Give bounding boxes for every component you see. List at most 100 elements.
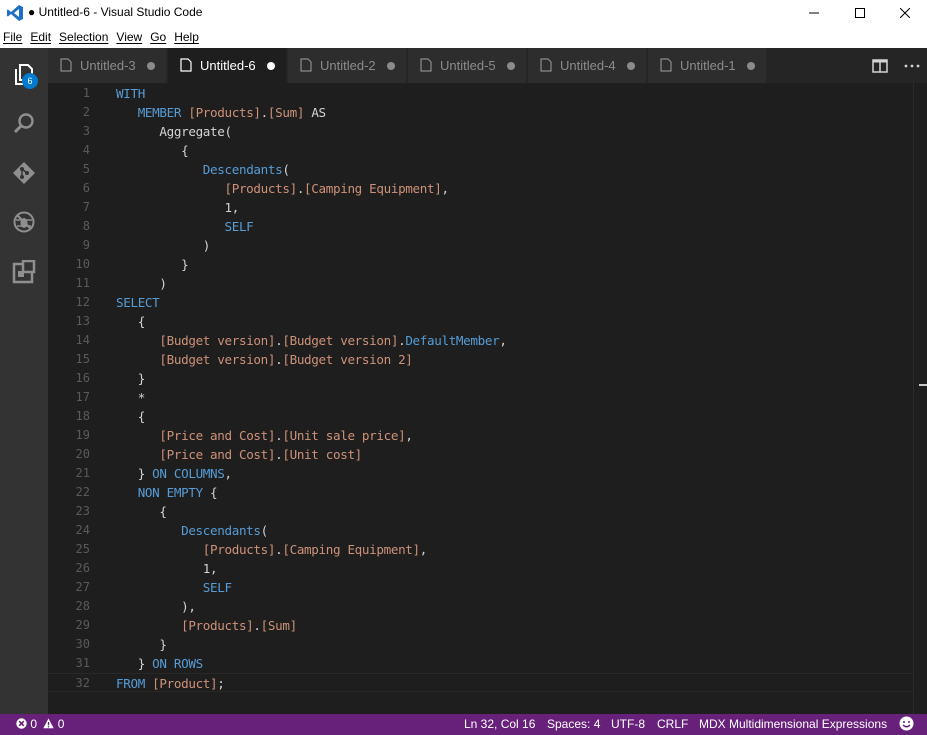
code-line[interactable]: 24 Descendants( [48, 521, 913, 540]
code-line[interactable]: 9 ) [48, 236, 913, 255]
code-line[interactable]: 25 [Products].[Camping Equipment], [48, 540, 913, 559]
menu-file[interactable]: File [0, 26, 27, 48]
code-line[interactable]: 31 } ON ROWS [48, 654, 913, 673]
title-bar: ● Untitled-6 - Visual Studio Code [0, 0, 927, 26]
code-line[interactable]: 14 [Budget version].[Budget version].Def… [48, 331, 913, 350]
file-icon [180, 58, 192, 72]
file-icon [660, 58, 672, 72]
code-line[interactable]: 11 ) [48, 274, 913, 293]
line-number: 4 [82, 143, 90, 157]
code-line[interactable]: 4 { [48, 141, 913, 160]
unsaved-dot-icon[interactable] [387, 62, 395, 70]
git-icon[interactable] [8, 157, 40, 189]
code-text: [Price and Cost].[Unit sale price], [159, 428, 413, 443]
line-number: 5 [82, 162, 90, 176]
error-icon [16, 718, 27, 729]
code-line[interactable]: 19 [Price and Cost].[Unit sale price], [48, 426, 913, 445]
code-line[interactable]: 26 1, [48, 559, 913, 578]
minimize-button[interactable] [791, 0, 837, 26]
code-text: SELECT [116, 295, 160, 310]
code-line[interactable]: 15 [Budget version].[Budget version 2] [48, 350, 913, 369]
unsaved-dot-icon[interactable] [747, 62, 755, 70]
code-line[interactable]: 22 NON EMPTY { [48, 483, 913, 502]
code-text: } [116, 637, 167, 652]
line-number: 14 [75, 333, 90, 347]
tab-untitled-2[interactable]: Untitled-2 [288, 48, 407, 83]
menu-selection[interactable]: Selection [56, 26, 113, 48]
eol-setting[interactable]: CRLF [657, 717, 688, 731]
language-mode[interactable]: MDX Multidimensional Expressions [699, 717, 887, 731]
code-editor[interactable]: 32 FROM [Product]; 31 } ON ROWS 30 } 29 [Pro… [48, 83, 927, 714]
code-line[interactable]: 30 } [48, 635, 913, 654]
code-line[interactable]: 10 } [48, 255, 913, 274]
code-text: } [116, 257, 189, 272]
code-line[interactable]: 18 { [48, 407, 913, 426]
code-text: } ON COLUMNS, [116, 466, 232, 481]
cursor-position[interactable]: Ln 32, Col 16 [464, 717, 535, 731]
extensions-icon[interactable] [8, 256, 40, 288]
code-line[interactable]: 2 MEMBER [Products].[Sum] AS [48, 103, 913, 122]
more-actions-icon[interactable] [903, 57, 921, 75]
menu-help[interactable]: Help [171, 26, 204, 48]
line-number: 21 [75, 466, 90, 480]
tab-untitled-3[interactable]: Untitled-3 [48, 48, 167, 83]
editor-scrollbar[interactable] [913, 83, 927, 714]
line-number: 8 [82, 219, 90, 233]
tab-untitled-4[interactable]: Untitled-4 [528, 48, 647, 83]
code-line[interactable]: 21 } ON COLUMNS, [48, 464, 913, 483]
unsaved-dot-icon[interactable] [147, 62, 155, 70]
encoding-setting[interactable]: UTF-8 [611, 717, 645, 731]
unsaved-dot-icon[interactable] [627, 62, 635, 70]
code-line[interactable]: 27 SELF [48, 578, 913, 597]
maximize-button[interactable] [837, 0, 883, 26]
code-line[interactable]: 17 * [48, 388, 913, 407]
code-line[interactable]: 16 } [48, 369, 913, 388]
code-text: Descendants( [181, 523, 268, 538]
code-text: 1, [116, 561, 218, 576]
line-number: 7 [82, 200, 90, 214]
unsaved-dot-icon[interactable] [267, 62, 275, 70]
code-text: WITH [116, 86, 145, 101]
search-icon[interactable] [8, 107, 40, 139]
split-editor-icon[interactable] [871, 57, 889, 75]
menu-view[interactable]: View [113, 26, 147, 48]
line-number: 24 [75, 523, 90, 537]
line-number: 3 [82, 124, 90, 138]
code-text: [Products].[Camping Equipment], [224, 181, 449, 196]
code-line[interactable]: 8 SELF [48, 217, 913, 236]
tab-untitled-5[interactable]: Untitled-5 [408, 48, 527, 83]
debug-icon[interactable] [8, 206, 40, 238]
menu-bar: File Edit Selection View Go Help [0, 26, 927, 48]
code-text: SELF [224, 219, 254, 234]
code-line[interactable]: 32 FROM [Product]; [48, 673, 913, 692]
tab-untitled-1[interactable]: Untitled-1 [648, 48, 767, 83]
code-line[interactable]: 29 [Products].[Sum] [48, 616, 913, 635]
line-number: 12 [75, 295, 90, 309]
menu-edit[interactable]: Edit [27, 26, 56, 48]
tab-untitled-6[interactable]: Untitled-6 [168, 48, 287, 83]
code-line[interactable]: 28 ), [48, 597, 913, 616]
line-number: 10 [75, 257, 90, 271]
code-text: [Products].[Sum] [181, 618, 297, 633]
code-text: ) [116, 276, 167, 291]
menu-go[interactable]: Go [147, 26, 171, 48]
line-number: 11 [75, 276, 90, 290]
code-line[interactable]: 3 Aggregate( [48, 122, 913, 141]
code-line[interactable]: 13 { [48, 312, 913, 331]
unsaved-dot-icon[interactable] [507, 62, 515, 70]
feedback-smiley-icon[interactable] [899, 716, 914, 734]
code-line[interactable]: 20 [Price and Cost].[Unit cost] [48, 445, 913, 464]
code-line[interactable]: 1 WITH [48, 84, 913, 103]
code-line[interactable]: 7 1, [48, 198, 913, 217]
code-line[interactable]: 6 [Products].[Camping Equipment], [48, 179, 913, 198]
code-line[interactable]: 12 SELECT [48, 293, 913, 312]
indentation-setting[interactable]: Spaces: 4 [547, 717, 600, 731]
code-line[interactable]: 23 { [48, 502, 913, 521]
code-line[interactable]: 5 Descendants( [48, 160, 913, 179]
close-button[interactable] [882, 0, 927, 26]
code-text: [Budget version].[Budget version 2] [159, 352, 413, 367]
problems-indicator[interactable]: 0 0 [16, 717, 64, 731]
tab-label: Untitled-1 [680, 58, 736, 73]
line-number: 22 [75, 485, 90, 499]
line-number: 18 [75, 409, 90, 423]
